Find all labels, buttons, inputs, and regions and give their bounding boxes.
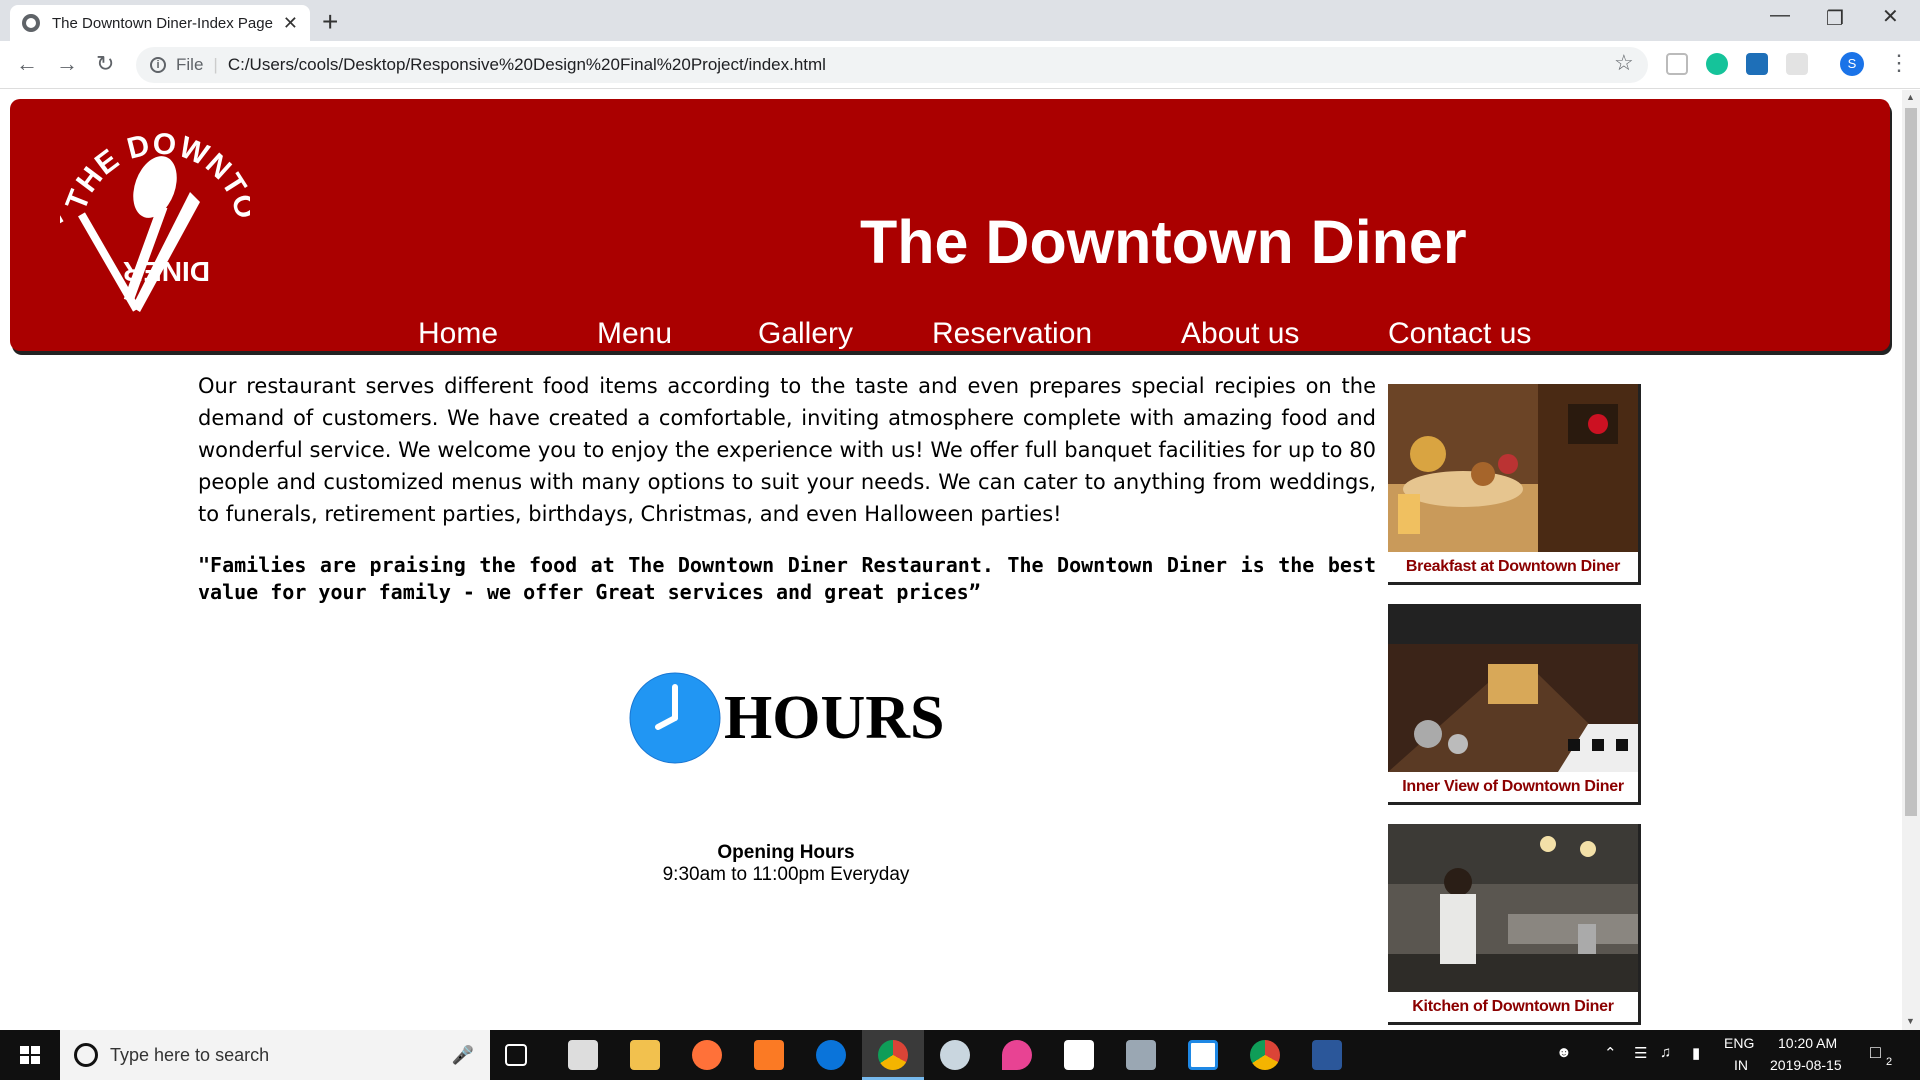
testimonial-quote: "Families are praising the food at The D… [198,553,1376,604]
task-view-icon[interactable] [505,1044,527,1066]
address-bar[interactable]: i File | C:/Users/cools/Desktop/Responsi… [136,47,1648,83]
snipping-icon[interactable] [1188,1040,1218,1070]
inner-view-card[interactable]: Inner View of Downtown Diner [1388,604,1641,805]
diner-logo: THE DOWNTOWN DINER [60,127,250,312]
nav-home[interactable]: Home [418,317,498,351]
main-nav: Home Menu Gallery Reservation About us C… [10,317,1890,351]
word-icon[interactable] [1312,1040,1342,1070]
reload-icon[interactable]: ↻ [96,51,114,77]
grammarly-icon[interactable] [1706,53,1728,75]
breakfast-card[interactable]: Breakfast at Downtown Diner [1388,384,1641,585]
info-icon[interactable]: i [150,57,166,73]
taskbar-search[interactable]: Type here to search 🎤 [60,1030,490,1080]
globe-icon [22,14,40,32]
page-viewport: THE DOWNTOWN DINER The Downtown Diner Ho… [0,90,1902,1030]
opening-hours-heading: Opening Hours [717,842,855,863]
intro-paragraph: Our restaurant serves different food ite… [198,374,1376,526]
mail-icon[interactable] [568,1040,598,1070]
menu-icon[interactable]: ⋮ [1888,50,1910,76]
url-text[interactable]: C:/Users/cools/Desktop/Responsive%20Desi… [228,55,826,75]
windows-taskbar: Type here to search 🎤 ☻ ⌃ ☰ ♫ ▮ ENG IN 1… [0,1030,1920,1080]
nav-contact[interactable]: Contact us [1388,317,1531,351]
new-tab-button[interactable]: + [322,6,338,38]
hours-heading: HOURS [628,670,944,766]
site-header: THE DOWNTOWN DINER The Downtown Diner Ho… [10,99,1890,351]
kitchen-image [1388,824,1638,992]
language-top[interactable]: ENG [1724,1035,1754,1051]
maps-icon[interactable] [1002,1040,1032,1070]
file-explorer-icon[interactable] [630,1040,660,1070]
scroll-down-icon[interactable]: ▼ [1906,1016,1915,1026]
nav-reservation[interactable]: Reservation [932,317,1092,351]
back-icon[interactable]: ← [16,51,38,77]
kitchen-caption: Kitchen of Downtown Diner [1412,998,1614,1015]
breakfast-image [1388,384,1638,552]
bookmark-star-icon[interactable]: ☆ [1614,50,1634,76]
battery-icon[interactable]: ▮ [1692,1044,1700,1062]
clock-time[interactable]: 10:20 AM [1778,1035,1837,1051]
forward-icon[interactable]: → [56,51,78,77]
cortana-icon [74,1043,98,1067]
search-placeholder: Type here to search [110,1044,270,1065]
scrollbar-thumb[interactable] [1905,108,1917,816]
window-close-icon[interactable]: ✕ [1882,4,1899,29]
opening-hours-time: 9:30am to 11:00pm Everyday [662,864,910,885]
volume-icon[interactable]: ♫ [1660,1044,1671,1061]
language-bottom[interactable]: IN [1734,1057,1748,1073]
extension-icon[interactable] [1666,53,1688,75]
paint-icon[interactable] [940,1040,970,1070]
clock-date[interactable]: 2019-08-15 [1770,1057,1842,1073]
firefox-icon[interactable] [692,1040,722,1070]
extension-s-icon[interactable] [1746,53,1768,75]
notification-icon[interactable]: □ [1870,1042,1881,1063]
photos-icon[interactable] [1064,1040,1094,1070]
xampp-icon[interactable] [754,1040,784,1070]
browser-tab[interactable]: The Downtown Diner-Index Page ✕ [10,5,310,41]
notification-count: 2 [1886,1056,1893,1068]
url-scheme-label: File [176,55,204,74]
wifi-icon[interactable]: ☰ [1634,1044,1647,1062]
extension-grey-icon[interactable] [1786,53,1808,75]
app-icon[interactable] [1126,1040,1156,1070]
url-separator: | [213,55,218,74]
tab-close-icon[interactable]: ✕ [283,13,298,34]
opening-hours: Opening Hours 9:30am to 11:00pm Everyday [560,842,1012,886]
minimize-icon[interactable]: — [1770,4,1790,27]
tray-chevron-icon[interactable]: ⌃ [1604,1044,1617,1062]
clock-icon [629,672,721,764]
tab-title: The Downtown Diner-Index Page [52,14,273,32]
scroll-up-icon[interactable]: ▲ [1906,92,1915,102]
svg-text:DINER: DINER [123,256,210,287]
nav-about[interactable]: About us [1181,317,1299,351]
microphone-icon[interactable]: 🎤 [452,1045,474,1066]
page-scrollbar[interactable]: ▲ ▼ [1902,90,1920,1030]
kitchen-card[interactable]: Kitchen of Downtown Diner [1388,824,1641,1025]
chrome-icon[interactable] [878,1040,908,1070]
profile-avatar[interactable]: S [1840,52,1864,76]
people-icon[interactable]: ☻ [1556,1044,1572,1061]
site-title: The Downtown Diner [860,208,1467,276]
edge-icon[interactable] [816,1040,846,1070]
hours-title: HOURS [724,683,945,752]
windows-start-icon[interactable] [0,1030,60,1080]
breakfast-caption: Breakfast at Downtown Diner [1405,558,1621,575]
nav-menu[interactable]: Menu [597,317,672,351]
inner-view-image [1388,604,1638,772]
inner-view-caption: Inner View of Downtown Diner [1402,778,1624,795]
restore-icon[interactable]: ❐ [1826,6,1844,31]
browser-tab-strip: The Downtown Diner-Index Page ✕ + — ❐ ✕ [0,0,1920,41]
chrome-secondary-icon[interactable] [1250,1040,1280,1070]
nav-gallery[interactable]: Gallery [758,317,853,351]
